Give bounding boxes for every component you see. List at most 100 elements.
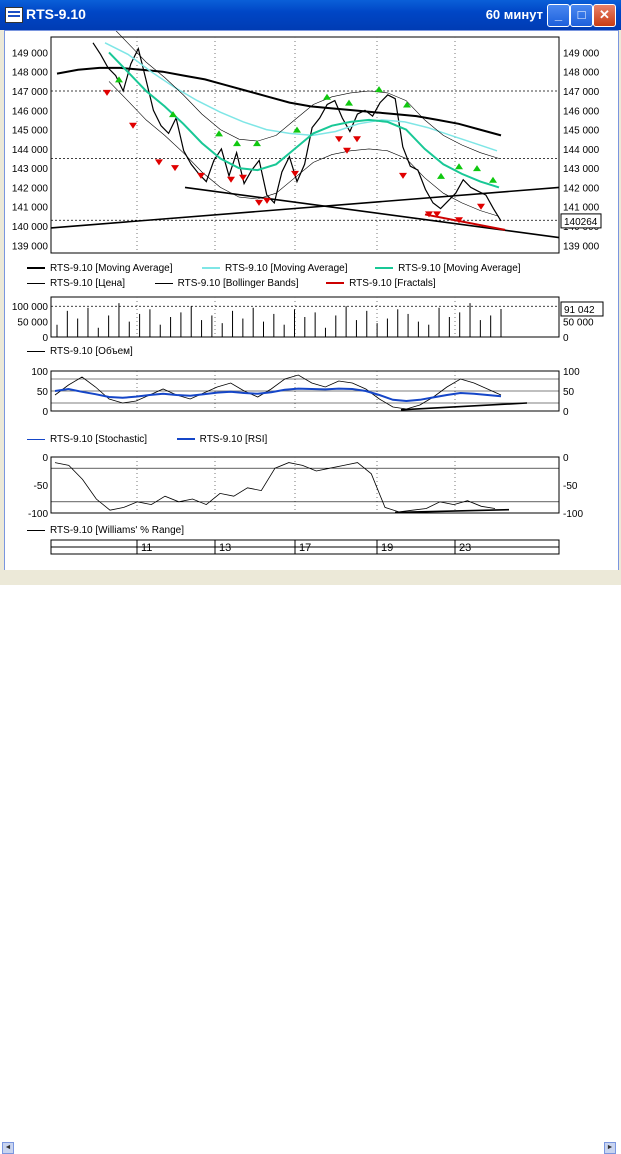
y-tick-label-right: 50 000 [563,318,594,329]
y-tick-label-left: 145 000 [12,126,49,137]
y-tick-label-left: 139 000 [12,241,49,252]
y-tick-label-right: 146 000 [563,106,600,117]
scroll-left-arrow-icon[interactable]: ◄ [2,1142,14,1154]
y-tick-label-right: 148 000 [563,68,600,79]
legend-swatch-fractals [326,282,345,285]
legend-volume: RTS-9.10 [Объем] [27,346,133,357]
fractal-up-marker [215,130,223,137]
legend-swatch-stochastic [27,438,45,440]
bollinger-upper [115,31,500,159]
y-tick-label-left: 143 000 [12,164,49,175]
fractal-down-marker [335,136,343,143]
fractal-down-marker [477,203,485,210]
legend-swatch-price [27,282,45,284]
y-tick-label-right: 100 [563,367,580,378]
fractal-down-marker [255,199,263,206]
y-tick-label-right: 0 [563,407,569,418]
legend-swatch-wpr [27,529,45,531]
title-bar[interactable]: RTS-9.10 60 минут _ □ ✕ [0,0,621,30]
date-label: 19 [381,542,393,554]
legend-price-row1: RTS-9.10 [Moving Average] RTS-9.10 [Movi… [27,263,521,274]
y-tick-label-right: -100 [563,509,583,520]
legend-label-price: RTS-9.10 [Цена] [50,278,125,289]
fractal-up-marker [233,140,241,147]
maximize-icon[interactable]: □ [570,4,593,27]
williams-r-line [54,462,496,513]
y-tick-label-left: 144 000 [12,145,49,156]
y-tick-label-right: 149 000 [563,48,600,59]
y-tick-label-left: 100 [31,367,48,378]
date-label: 11 [141,542,152,554]
date-label: 13 [219,542,231,554]
fractal-down-marker [103,89,111,96]
fractal-up-marker [375,86,383,93]
y-tick-label-left: 147 000 [12,87,49,98]
panel-frame-4 [50,456,560,514]
legend-label-bollinger: RTS-9.10 [Bollinger Bands] [177,278,299,289]
y-tick-label-left: -50 [34,481,49,492]
fractal-down-marker [227,176,235,183]
window-title: RTS-9.10 [26,6,86,22]
date-label: 23 [459,542,471,554]
y-tick-label-left: 141 000 [12,203,49,214]
y-tick-label-right: 50 [563,387,575,398]
fractal-up-marker [455,163,463,170]
legend-label-wpr: RTS-9.10 [Williams' % Range] [50,525,184,536]
legend-osc: RTS-9.10 [Stochastic] RTS-9.10 [RSI] [27,434,267,445]
y-tick-label-left: 50 000 [17,318,48,329]
y-tick-label-right: 142 000 [563,183,600,194]
y-tick-label-right: 141 000 [563,203,600,214]
fractal-down-marker [399,172,407,179]
legend-swatch-rsi [176,438,195,441]
legend-swatch-volume [27,350,45,352]
y-tick-label-left: 149 000 [12,48,49,59]
y-tick-label-right: 0 [563,453,569,464]
fractal-up-marker [473,165,481,172]
legend-label-rsi: RTS-9.10 [RSI] [199,434,268,445]
legend-label-ma3: RTS-9.10 [Moving Average] [398,263,521,274]
y-tick-label-right: 143 000 [563,164,600,175]
legend-swatch-ma1 [27,267,45,270]
chart-canvas[interactable]: 11 13 17 19 23 149 000 149 000 148 000 148 000 14… [5,31,618,571]
chart-window: RTS-9.10 60 минут _ □ ✕ 11 13 17 19 23 149 00… [0,0,621,1154]
legend-price-row2: RTS-9.10 [Цена] RTS-9.10 [Bollinger Band… [27,278,436,289]
legend-label-fractals: RTS-9.10 [Fractals] [349,278,436,289]
y-tick-label-left: -100 [28,509,48,520]
legend-swatch-ma3 [375,267,394,270]
rsi-line [54,387,502,403]
minimize-icon[interactable]: _ [547,4,570,27]
fractal-down-marker [263,197,271,204]
legend-wpr: RTS-9.10 [Williams' % Range] [27,525,184,536]
fractal-down-marker [291,170,299,177]
fractal-down-marker [171,165,179,172]
legend-swatch-bollinger [154,282,173,284]
legend-label-stochastic: RTS-9.10 [Stochastic] [50,434,148,445]
moving-average-long [56,66,502,137]
y-tick-label-left: 0 [42,333,48,344]
y-tick-label-left: 148 000 [12,68,49,79]
y-tick-label-left: 140 000 [12,222,49,233]
fractal-down-marker [155,159,163,166]
fractal-up-marker [489,176,497,183]
y-tick-label-left: 146 000 [12,106,49,117]
y-tick-label-right: 0 [563,333,569,344]
scroll-right-arrow-icon[interactable]: ► [604,1142,616,1154]
y-tick-label-right: 139 000 [563,241,600,252]
y-tick-label-right: 145 000 [563,126,600,137]
y-tick-label-right: 144 000 [563,145,600,156]
y-tick-label-left: 100 000 [12,302,49,313]
fractal-down-marker [197,172,205,179]
y-tick-label-right: -50 [563,481,578,492]
chart-window-icon[interactable] [5,7,23,23]
timeframe-label: 60 минут [485,7,543,22]
close-icon[interactable]: ✕ [593,4,616,27]
horizontal-scrollbar[interactable]: ◄ ► [0,570,621,1154]
fractal-up-marker [293,126,301,133]
osc-trendline [400,402,528,411]
date-label: 17 [299,542,311,554]
legend-swatch-ma2 [202,267,221,270]
trendline-rising [50,186,560,229]
y-tick-label-left: 0 [42,407,48,418]
fractal-up-marker [323,93,331,100]
chart-area[interactable]: 11 13 17 19 23 149 000 149 000 148 000 148 000 14… [4,30,619,583]
